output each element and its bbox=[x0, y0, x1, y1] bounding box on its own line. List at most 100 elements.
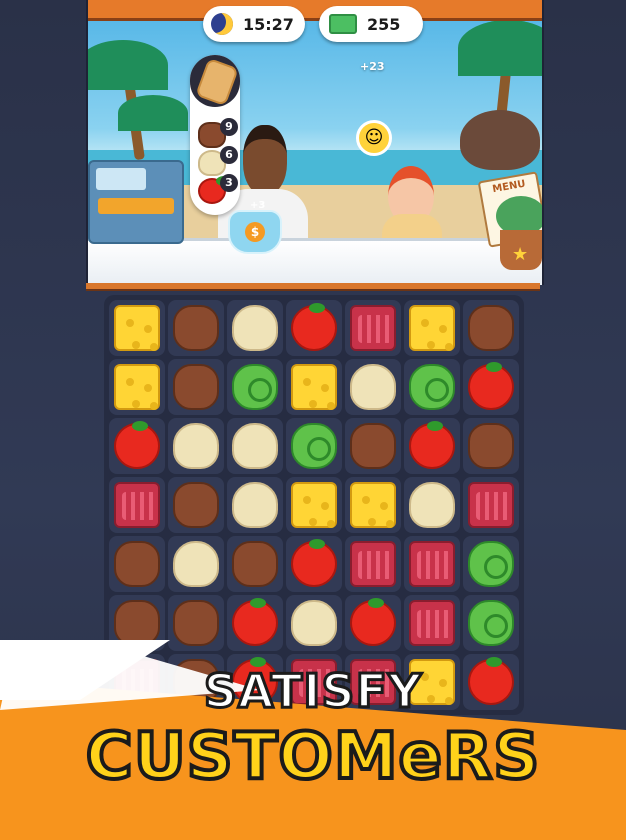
rock bbox=[460, 110, 540, 170]
day-night-icon bbox=[211, 13, 233, 35]
board-cell[interactable] bbox=[404, 536, 460, 592]
board-cell[interactable] bbox=[463, 300, 519, 356]
cheese-tile-icon bbox=[291, 482, 337, 528]
cash-display: 255 bbox=[319, 6, 423, 42]
board-cell[interactable] bbox=[286, 477, 342, 533]
star-icon: ★ bbox=[512, 244, 529, 265]
meat-tile-icon bbox=[173, 364, 219, 410]
board-cell[interactable] bbox=[227, 300, 283, 356]
steak-tile-icon bbox=[409, 541, 455, 587]
tomato-tile-icon bbox=[291, 539, 337, 587]
board-cell[interactable] bbox=[345, 536, 401, 592]
order-count-tomato: 3 bbox=[220, 174, 238, 192]
board-cell[interactable] bbox=[404, 418, 460, 474]
board-cell[interactable] bbox=[168, 536, 224, 592]
meat-tile-icon bbox=[350, 423, 396, 469]
lettuce-tile-icon bbox=[232, 364, 278, 410]
board-cell[interactable] bbox=[227, 359, 283, 415]
meat-tile-icon bbox=[173, 305, 219, 351]
cash-icon bbox=[329, 14, 357, 34]
dough-tile-icon bbox=[232, 305, 278, 351]
dough-tile-icon bbox=[232, 423, 278, 469]
board-cell[interactable] bbox=[345, 359, 401, 415]
board-cell[interactable] bbox=[227, 477, 283, 533]
board-cell[interactable] bbox=[286, 300, 342, 356]
board-cell[interactable] bbox=[286, 418, 342, 474]
board-cell[interactable] bbox=[109, 536, 165, 592]
meat-tile-icon bbox=[468, 305, 514, 351]
dough-tile-icon bbox=[409, 482, 455, 528]
steak-tile-icon bbox=[350, 541, 396, 587]
board-cell[interactable] bbox=[286, 536, 342, 592]
timer-display: 15:27 bbox=[203, 6, 305, 42]
board-cell[interactable] bbox=[345, 418, 401, 474]
cheese-tile-icon bbox=[114, 305, 160, 351]
customer-head bbox=[243, 125, 287, 195]
tip-jar[interactable]: $ bbox=[228, 210, 282, 254]
board-cell[interactable] bbox=[109, 477, 165, 533]
register-keys bbox=[98, 198, 174, 214]
board-cell[interactable] bbox=[463, 477, 519, 533]
palm-tree-left bbox=[88, 40, 168, 90]
counter bbox=[88, 238, 542, 285]
cheese-tile-icon bbox=[114, 364, 160, 410]
board-cell[interactable] bbox=[345, 300, 401, 356]
cheese-tile-icon bbox=[291, 364, 337, 410]
board-cell[interactable] bbox=[404, 359, 460, 415]
tomato-tile-icon bbox=[468, 362, 514, 410]
dough-tile-icon bbox=[350, 364, 396, 410]
board-cell[interactable] bbox=[109, 359, 165, 415]
awning bbox=[88, 0, 542, 21]
dough-tile-icon bbox=[173, 423, 219, 469]
meat-tile-icon bbox=[468, 423, 514, 469]
steak-tile-icon bbox=[468, 482, 514, 528]
palm-tree-right bbox=[458, 20, 542, 76]
beach-restaurant-scene: ☺ MENU ★ bbox=[86, 0, 544, 285]
board-cell[interactable] bbox=[168, 418, 224, 474]
cash-text: 255 bbox=[367, 14, 401, 34]
tomato-tile-icon bbox=[409, 421, 455, 469]
board-cell[interactable] bbox=[286, 359, 342, 415]
dough-tile-icon bbox=[232, 482, 278, 528]
board-cell[interactable] bbox=[168, 477, 224, 533]
board-cell[interactable] bbox=[463, 536, 519, 592]
meat-tile-icon bbox=[173, 482, 219, 528]
dough-tile-icon bbox=[173, 541, 219, 587]
tip-bonus: +3 bbox=[250, 200, 266, 211]
board-cell[interactable] bbox=[109, 418, 165, 474]
meat-tile-icon bbox=[114, 541, 160, 587]
steak-tile-icon bbox=[350, 305, 396, 351]
board-cell[interactable] bbox=[463, 418, 519, 474]
lettuce-tile-icon bbox=[468, 541, 514, 587]
lettuce-tile-icon bbox=[291, 423, 337, 469]
tomato-tile-icon bbox=[291, 303, 337, 351]
tomato-tile-icon bbox=[114, 421, 160, 469]
meat-tile-icon bbox=[232, 541, 278, 587]
order-count-dough: 6 bbox=[220, 146, 238, 164]
banner-line-2: CUSTOMeRS bbox=[84, 718, 542, 796]
order-count-meat: 9 bbox=[220, 118, 238, 136]
board-cell[interactable] bbox=[404, 300, 460, 356]
board-cell[interactable] bbox=[345, 477, 401, 533]
happy-face-icon: ☺ bbox=[356, 120, 392, 156]
coin-icon: $ bbox=[245, 222, 265, 242]
cash-register bbox=[88, 160, 184, 244]
palm-tree-left-small bbox=[118, 95, 188, 131]
board-cell[interactable] bbox=[109, 300, 165, 356]
steak-tile-icon bbox=[114, 482, 160, 528]
register-screen bbox=[96, 168, 146, 190]
customer-girl[interactable] bbox=[378, 162, 448, 244]
cheese-tile-icon bbox=[409, 305, 455, 351]
floating-bonus: +23 bbox=[360, 60, 385, 73]
scene-divider bbox=[86, 283, 540, 291]
board-cell[interactable] bbox=[404, 477, 460, 533]
board-cell[interactable] bbox=[463, 359, 519, 415]
board-cell[interactable] bbox=[227, 536, 283, 592]
timer-text: 15:27 bbox=[243, 14, 294, 34]
board-cell[interactable] bbox=[168, 300, 224, 356]
board-cell[interactable] bbox=[168, 359, 224, 415]
lettuce-tile-icon bbox=[409, 364, 455, 410]
cheese-tile-icon bbox=[350, 482, 396, 528]
board-cell[interactable] bbox=[227, 418, 283, 474]
banner-line-1: SATISFY bbox=[202, 663, 423, 720]
